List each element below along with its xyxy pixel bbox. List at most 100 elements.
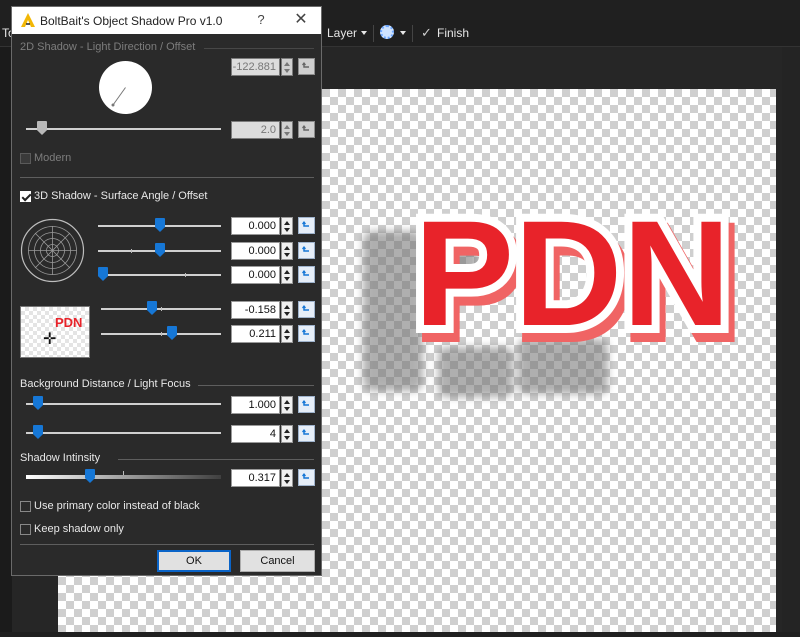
angle-reset-button[interactable]	[298, 58, 315, 75]
slider-thumb[interactable]	[33, 425, 43, 439]
slider-thumb[interactable]	[147, 301, 157, 315]
offset-x-reset-button[interactable]	[298, 301, 315, 318]
offset-y-slider[interactable]	[101, 326, 221, 342]
stepper[interactable]	[281, 217, 293, 235]
background-distance-reset-button[interactable]	[298, 396, 315, 413]
slider-thumb[interactable]	[33, 396, 43, 410]
arrow-up-icon[interactable]	[284, 473, 290, 477]
offset-preview-pad[interactable]: PDN ✛	[20, 306, 90, 358]
light-direction-dial[interactable]	[99, 61, 152, 114]
light-focus-slider[interactable]	[26, 425, 221, 441]
light-focus-input[interactable]: 4	[231, 425, 280, 443]
surface-angle-y-spinbox[interactable]: 0.000	[231, 242, 294, 260]
offset-y-reset-button[interactable]	[298, 325, 315, 342]
surface-angle-x-spinbox[interactable]: 0.000	[231, 217, 294, 235]
background-distance-input[interactable]: 1.000	[231, 396, 280, 414]
stepper[interactable]	[281, 469, 293, 487]
selection-mode-icon[interactable]	[380, 25, 394, 39]
stepper[interactable]	[281, 301, 293, 319]
stepper[interactable]	[281, 325, 293, 343]
section-divider	[204, 48, 314, 49]
shadow-3d-checkbox[interactable]	[20, 191, 31, 202]
shadow-intensity-input[interactable]: 0.317	[231, 469, 280, 487]
angle-input[interactable]: -122.881	[231, 58, 280, 76]
chevron-down-icon[interactable]	[361, 31, 367, 35]
arrow-down-icon[interactable]	[284, 277, 290, 281]
surface-angle-x-slider[interactable]	[98, 218, 221, 234]
offset-x-spinbox[interactable]: -0.158	[231, 301, 294, 319]
offset-spinbox[interactable]: 2.0	[231, 121, 294, 139]
stepper[interactable]	[281, 242, 293, 260]
slider-thumb[interactable]	[98, 267, 108, 281]
layer-menu-button[interactable]: Layer	[327, 26, 357, 40]
surface-depth-spinbox[interactable]: 0.000	[231, 266, 294, 284]
angle-spinbox[interactable]: -122.881	[231, 58, 294, 76]
slider-thumb[interactable]	[85, 469, 95, 483]
surface-angle-y-slider[interactable]	[98, 243, 221, 259]
finish-button[interactable]: Finish	[437, 26, 469, 40]
shadow-intensity-spinbox[interactable]: 0.317	[231, 469, 294, 487]
surface-depth-slider[interactable]	[98, 267, 221, 283]
pdn-text: PDN	[414, 189, 731, 357]
toolbar-separator	[412, 25, 413, 42]
slider-thumb[interactable]	[155, 243, 165, 257]
surface-angle-y-reset-button[interactable]	[298, 242, 315, 259]
offset-input[interactable]: 2.0	[231, 121, 280, 139]
modern-checkbox[interactable]	[20, 153, 31, 164]
arrow-down-icon[interactable]	[284, 312, 290, 316]
arrow-down-icon[interactable]	[284, 480, 290, 484]
light-focus-reset-button[interactable]	[298, 425, 315, 442]
arrow-down-icon[interactable]	[284, 228, 290, 232]
slider-thumb[interactable]	[167, 326, 177, 340]
shadow-intensity-slider[interactable]	[26, 469, 221, 485]
arrow-down-icon[interactable]	[284, 336, 290, 340]
offset-x-input[interactable]: -0.158	[231, 301, 280, 319]
stepper[interactable]	[281, 396, 293, 414]
arrow-down-icon[interactable]	[284, 436, 290, 440]
arrow-up-icon[interactable]	[284, 62, 290, 66]
cancel-button[interactable]: Cancel	[240, 550, 315, 572]
surface-depth-input[interactable]: 0.000	[231, 266, 280, 284]
slider-thumb[interactable]	[37, 121, 47, 135]
arrow-up-icon[interactable]	[284, 400, 290, 404]
vertical-scrollbar[interactable]	[782, 47, 800, 632]
chevron-down-icon[interactable]	[400, 31, 406, 35]
stepper[interactable]	[281, 425, 293, 443]
offset-y-input[interactable]: 0.211	[231, 325, 280, 343]
slider-thumb[interactable]	[155, 218, 165, 232]
background-distance-slider[interactable]	[26, 396, 221, 412]
keep-shadow-only-checkbox[interactable]	[20, 524, 31, 535]
arrow-up-icon[interactable]	[284, 246, 290, 250]
ok-button[interactable]: OK	[157, 550, 231, 572]
offset-reset-button[interactable]	[298, 121, 315, 138]
light-focus-spinbox[interactable]: 4	[231, 425, 294, 443]
close-button[interactable]: ✕	[292, 11, 310, 29]
stepper[interactable]	[281, 266, 293, 284]
surface-angle-y-input[interactable]: 0.000	[231, 242, 280, 260]
dialog-titlebar[interactable]: BoltBait's Object Shadow Pro v1.0 ? ✕	[12, 7, 321, 34]
surface-angle-x-input[interactable]: 0.000	[231, 217, 280, 235]
arrow-down-icon[interactable]	[284, 69, 290, 73]
offset-stepper[interactable]	[281, 121, 293, 139]
shadow-intensity-reset-button[interactable]	[298, 469, 315, 486]
surface-angle-dial[interactable]	[20, 218, 85, 283]
offset-y-spinbox[interactable]: 0.211	[231, 325, 294, 343]
arrow-up-icon[interactable]	[284, 429, 290, 433]
arrow-down-icon[interactable]	[284, 253, 290, 257]
surface-depth-reset-button[interactable]	[298, 266, 315, 283]
arrow-up-icon[interactable]	[284, 270, 290, 274]
arrow-down-icon[interactable]	[284, 132, 290, 136]
surface-angle-x-reset-button[interactable]	[298, 217, 315, 234]
arrow-up-icon[interactable]	[284, 125, 290, 129]
arrow-up-icon[interactable]	[284, 221, 290, 225]
arrow-up-icon[interactable]	[284, 305, 290, 309]
help-button[interactable]: ?	[252, 11, 270, 29]
background-distance-spinbox[interactable]: 1.000	[231, 396, 294, 414]
crosshair-icon[interactable]: ✛	[43, 332, 56, 348]
offset-x-slider[interactable]	[101, 301, 221, 317]
angle-stepper[interactable]	[281, 58, 293, 76]
offset-slider[interactable]	[26, 121, 221, 137]
use-primary-color-checkbox[interactable]	[20, 501, 31, 512]
arrow-up-icon[interactable]	[284, 329, 290, 333]
arrow-down-icon[interactable]	[284, 407, 290, 411]
